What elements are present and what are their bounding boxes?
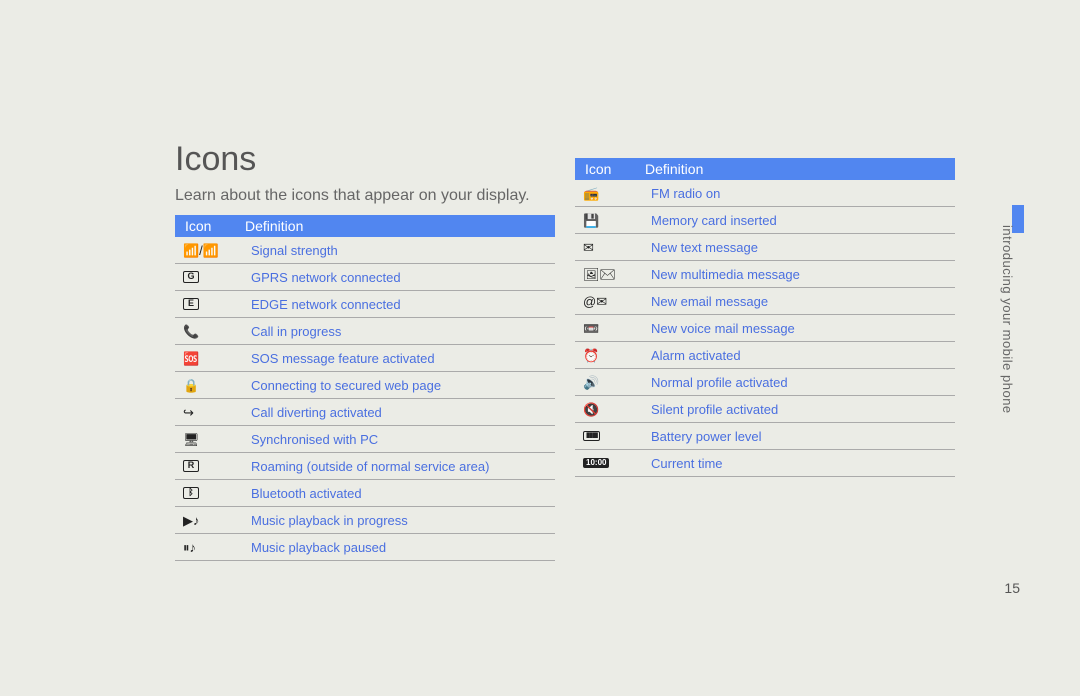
table-row: 🖥 Synchronised with PC: [175, 426, 555, 453]
definition-text: Roaming (outside of normal service area): [251, 459, 555, 474]
table-row: @✉ New email message: [575, 288, 955, 315]
table-row: E EDGE network connected: [175, 291, 555, 318]
gprs-icon: G: [177, 271, 251, 283]
music-playing-icon: ▶♪: [177, 514, 251, 527]
definition-text: Connecting to secured web page: [251, 378, 555, 393]
alarm-icon: ⏰: [577, 349, 651, 362]
definition-text: FM radio on: [651, 186, 955, 201]
sync-pc-icon: 🖥: [177, 433, 251, 446]
definition-text: SOS message feature activated: [251, 351, 555, 366]
new-voicemail-icon: 📼: [577, 322, 651, 335]
definition-text: New multimedia message: [651, 267, 955, 282]
table-header: Icon Definition: [575, 158, 955, 180]
call-in-progress-icon: 📞: [177, 325, 251, 338]
current-time-icon: 10:00: [577, 458, 651, 469]
table-row: ✉ New text message: [575, 234, 955, 261]
memory-card-icon: 💾: [577, 214, 651, 227]
new-email-icon: @✉: [577, 295, 651, 308]
manual-page: Icons Learn about the icons that appear …: [0, 0, 1080, 696]
definition-text: Normal profile activated: [651, 375, 955, 390]
definition-text: Call diverting activated: [251, 405, 555, 420]
table-row: ᛒ Bluetooth activated: [175, 480, 555, 507]
table-row: 10:00 Current time: [575, 450, 955, 477]
table-row: 🖼✉ New multimedia message: [575, 261, 955, 288]
definition-text: New email message: [651, 294, 955, 309]
definition-text: Music playback paused: [251, 540, 555, 555]
definition-text: Signal strength: [251, 243, 555, 258]
normal-profile-icon: 🔊: [577, 376, 651, 389]
icons-table-right: Icon Definition 📻 FM radio on 💾 Memory c…: [575, 158, 955, 477]
table-row: ⏸♪ Music playback paused: [175, 534, 555, 561]
header-def-col: Definition: [245, 218, 555, 234]
definition-text: Alarm activated: [651, 348, 955, 363]
fm-radio-icon: 📻: [577, 187, 651, 200]
table-row: ↪ Call diverting activated: [175, 399, 555, 426]
signal-strength-icon: 📶/📶: [177, 244, 251, 257]
page-title: Icons: [175, 140, 256, 179]
table-row: ▮▮▮▮ Battery power level: [575, 423, 955, 450]
definition-text: Synchronised with PC: [251, 432, 555, 447]
table-row: 🆘 SOS message feature activated: [175, 345, 555, 372]
section-label: introducing your mobile phone: [1000, 225, 1015, 414]
table-row: 🔇 Silent profile activated: [575, 396, 955, 423]
silent-profile-icon: 🔇: [577, 403, 651, 416]
table-row: ⏰ Alarm activated: [575, 342, 955, 369]
table-row: 📶/📶 Signal strength: [175, 237, 555, 264]
music-paused-icon: ⏸♪: [177, 541, 251, 554]
definition-text: Silent profile activated: [651, 402, 955, 417]
table-header: Icon Definition: [175, 215, 555, 237]
table-row: 💾 Memory card inserted: [575, 207, 955, 234]
edge-icon: E: [177, 298, 251, 310]
new-text-message-icon: ✉: [577, 241, 651, 254]
definition-text: New voice mail message: [651, 321, 955, 336]
table-row: 🔒 Connecting to secured web page: [175, 372, 555, 399]
roaming-icon: R: [177, 460, 251, 472]
definition-text: Bluetooth activated: [251, 486, 555, 501]
definition-text: Music playback in progress: [251, 513, 555, 528]
new-mms-icon: 🖼✉: [577, 268, 651, 281]
call-diverting-icon: ↪: [177, 406, 251, 419]
definition-text: EDGE network connected: [251, 297, 555, 312]
bluetooth-icon: ᛒ: [177, 487, 251, 499]
definition-text: GPRS network connected: [251, 270, 555, 285]
definition-text: Memory card inserted: [651, 213, 955, 228]
table-row: ▶♪ Music playback in progress: [175, 507, 555, 534]
definition-text: New text message: [651, 240, 955, 255]
definition-text: Call in progress: [251, 324, 555, 339]
icons-table-left: Icon Definition 📶/📶 Signal strength G GP…: [175, 215, 555, 561]
table-row: R Roaming (outside of normal service are…: [175, 453, 555, 480]
header-def-col: Definition: [645, 161, 955, 177]
definition-text: Current time: [651, 456, 955, 471]
sos-icon: 🆘: [177, 352, 251, 365]
header-icon-col: Icon: [185, 218, 245, 234]
page-subtitle: Learn about the icons that appear on you…: [175, 187, 530, 205]
definition-text: Battery power level: [651, 429, 955, 444]
table-row: 🔊 Normal profile activated: [575, 369, 955, 396]
table-row: 📻 FM radio on: [575, 180, 955, 207]
table-row: 📼 New voice mail message: [575, 315, 955, 342]
page-number: 15: [1004, 580, 1020, 596]
secured-web-icon: 🔒: [177, 379, 251, 392]
table-row: 📞 Call in progress: [175, 318, 555, 345]
battery-level-icon: ▮▮▮▮: [577, 431, 651, 441]
header-icon-col: Icon: [585, 161, 645, 177]
table-row: G GPRS network connected: [175, 264, 555, 291]
